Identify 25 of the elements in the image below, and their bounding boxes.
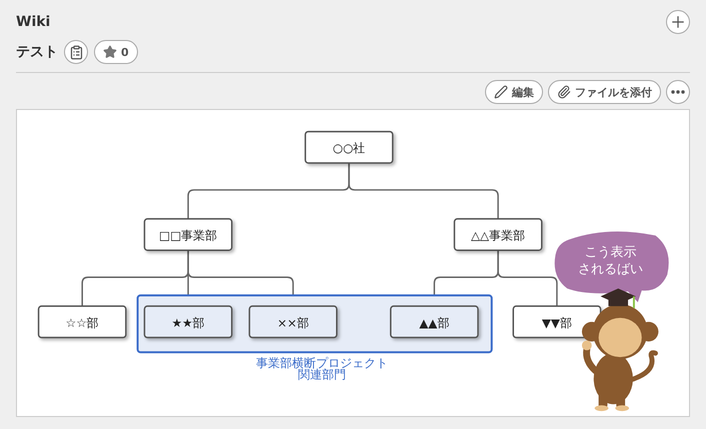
pen-icon	[494, 85, 508, 99]
org-node: ★★部	[144, 305, 233, 338]
clipboard-icon	[68, 44, 84, 60]
group-label: 事業部横断プロジェクト	[256, 356, 388, 370]
more-button[interactable]	[666, 80, 690, 104]
clipboard-button[interactable]	[64, 40, 88, 64]
attach-file-button[interactable]: ファイルを添付	[548, 80, 661, 104]
page-title: テスト	[16, 43, 58, 61]
org-node: ☆☆部	[38, 305, 127, 338]
edit-button[interactable]: 編集	[485, 80, 543, 104]
more-icon	[671, 90, 685, 94]
star-button[interactable]: 0	[94, 40, 138, 64]
speech-bubble: こう表示 されるばい	[554, 231, 669, 302]
app-title: Wiki	[16, 14, 50, 30]
paperclip-icon	[557, 85, 571, 99]
add-button[interactable]	[666, 10, 690, 34]
group-label: 関連部門	[298, 368, 346, 382]
connector-line	[497, 250, 558, 306]
plus-icon	[669, 13, 687, 31]
org-node: □□事業部	[144, 218, 233, 251]
star-icon	[103, 45, 117, 59]
org-node: ××部	[248, 305, 338, 338]
org-node: ○○社	[304, 130, 394, 164]
org-node: ▲▲部	[390, 305, 479, 338]
org-node: △△事業部	[454, 218, 542, 251]
